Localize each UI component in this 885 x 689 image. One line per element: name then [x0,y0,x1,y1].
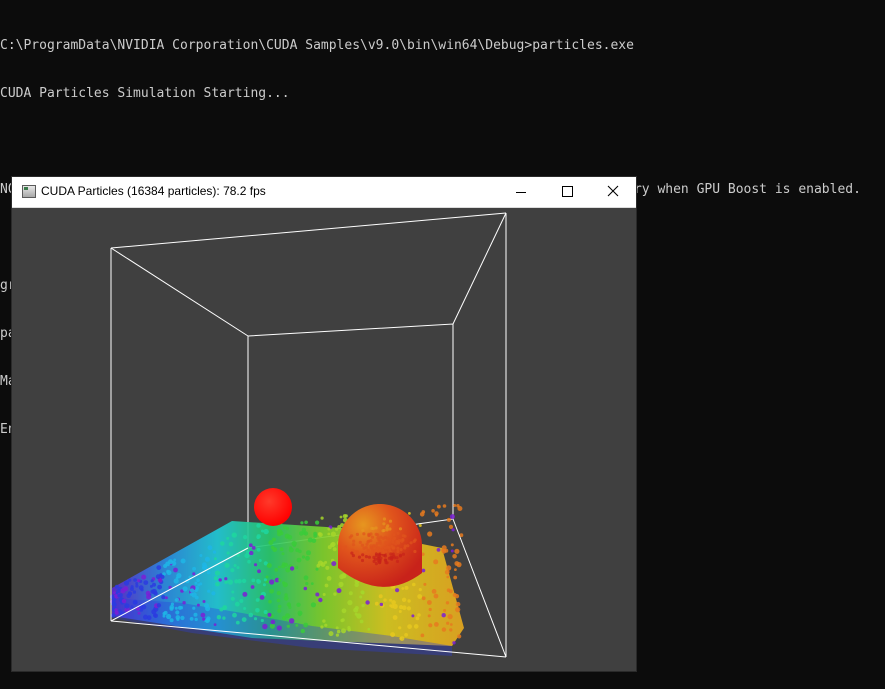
particle-dome [337,503,422,587]
maximize-button[interactable] [544,177,590,207]
cuda-particles-window[interactable]: CUDA Particles (16384 particles): 78.2 f… [12,177,636,671]
collider-sphere [254,488,292,526]
window-titlebar[interactable]: CUDA Particles (16384 particles): 78.2 f… [12,177,636,208]
particle-scene[interactable] [12,208,636,671]
console-line-starting: CUDA Particles Simulation Starting... [0,86,290,101]
minimize-button[interactable] [498,177,544,207]
maximize-icon [562,186,573,197]
console-line-blank [0,134,861,150]
close-icon [607,185,619,197]
console-line-command: C:\ProgramData\NVIDIA Corporation\CUDA S… [0,38,634,53]
close-button[interactable] [590,177,636,207]
minimize-icon [516,192,526,193]
window-title: CUDA Particles (16384 particles): 78.2 f… [41,184,266,198]
simulation-viewport[interactable] [12,208,636,671]
app-window-icon [22,185,36,198]
